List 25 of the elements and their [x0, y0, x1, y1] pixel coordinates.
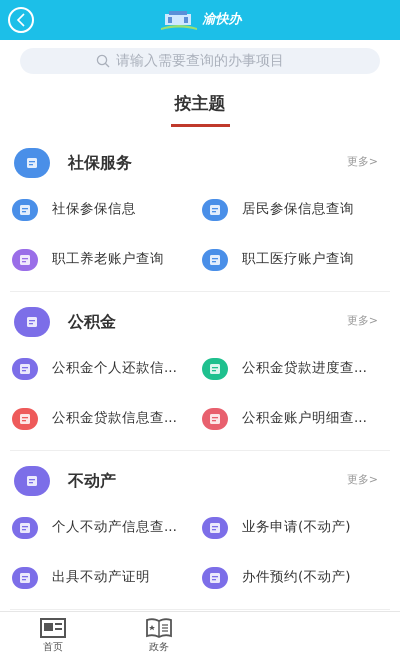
service-item[interactable]: 公积金账户明细查... [200, 394, 390, 444]
service-item[interactable]: 职工医疗账户查询 [200, 234, 390, 284]
search-field[interactable]: 请输入需要查询的办事项目 [20, 48, 380, 74]
topic-tab[interactable]: 按主题 [170, 92, 230, 126]
service-item[interactable]: 公积金个人还款信... [10, 344, 200, 394]
logo-text: 渝快办 [202, 11, 242, 30]
book-icon [146, 618, 172, 638]
service-item[interactable]: 办件预约(不动产) [200, 552, 390, 602]
service-item[interactable]: 职工养老账户查询 [10, 234, 200, 284]
back-button[interactable] [8, 7, 34, 33]
service-item[interactable]: 公积金贷款信息查... [10, 394, 200, 444]
service-item[interactable]: 业务申请(不动产) [200, 502, 390, 552]
nav-tab[interactable]: 首页 [0, 612, 106, 666]
section-title: 公积金 [68, 310, 117, 332]
nav-tab[interactable]: 政务 [106, 612, 212, 666]
service-item[interactable]: 社保参保信息 [10, 184, 200, 234]
service-item[interactable]: 个人不动产信息查... [10, 502, 200, 552]
service-item[interactable]: 公积金贷款进度查... [200, 344, 390, 394]
newspaper-icon [40, 618, 66, 638]
service-item[interactable]: 居民参保信息查询 [200, 184, 390, 234]
section-title: 社保服务 [68, 152, 133, 174]
section-title: 不动产 [68, 470, 117, 492]
logo-icon [158, 8, 198, 32]
service-item[interactable]: 出具不动产证明 [10, 552, 200, 602]
back-chevron-icon [16, 13, 26, 27]
